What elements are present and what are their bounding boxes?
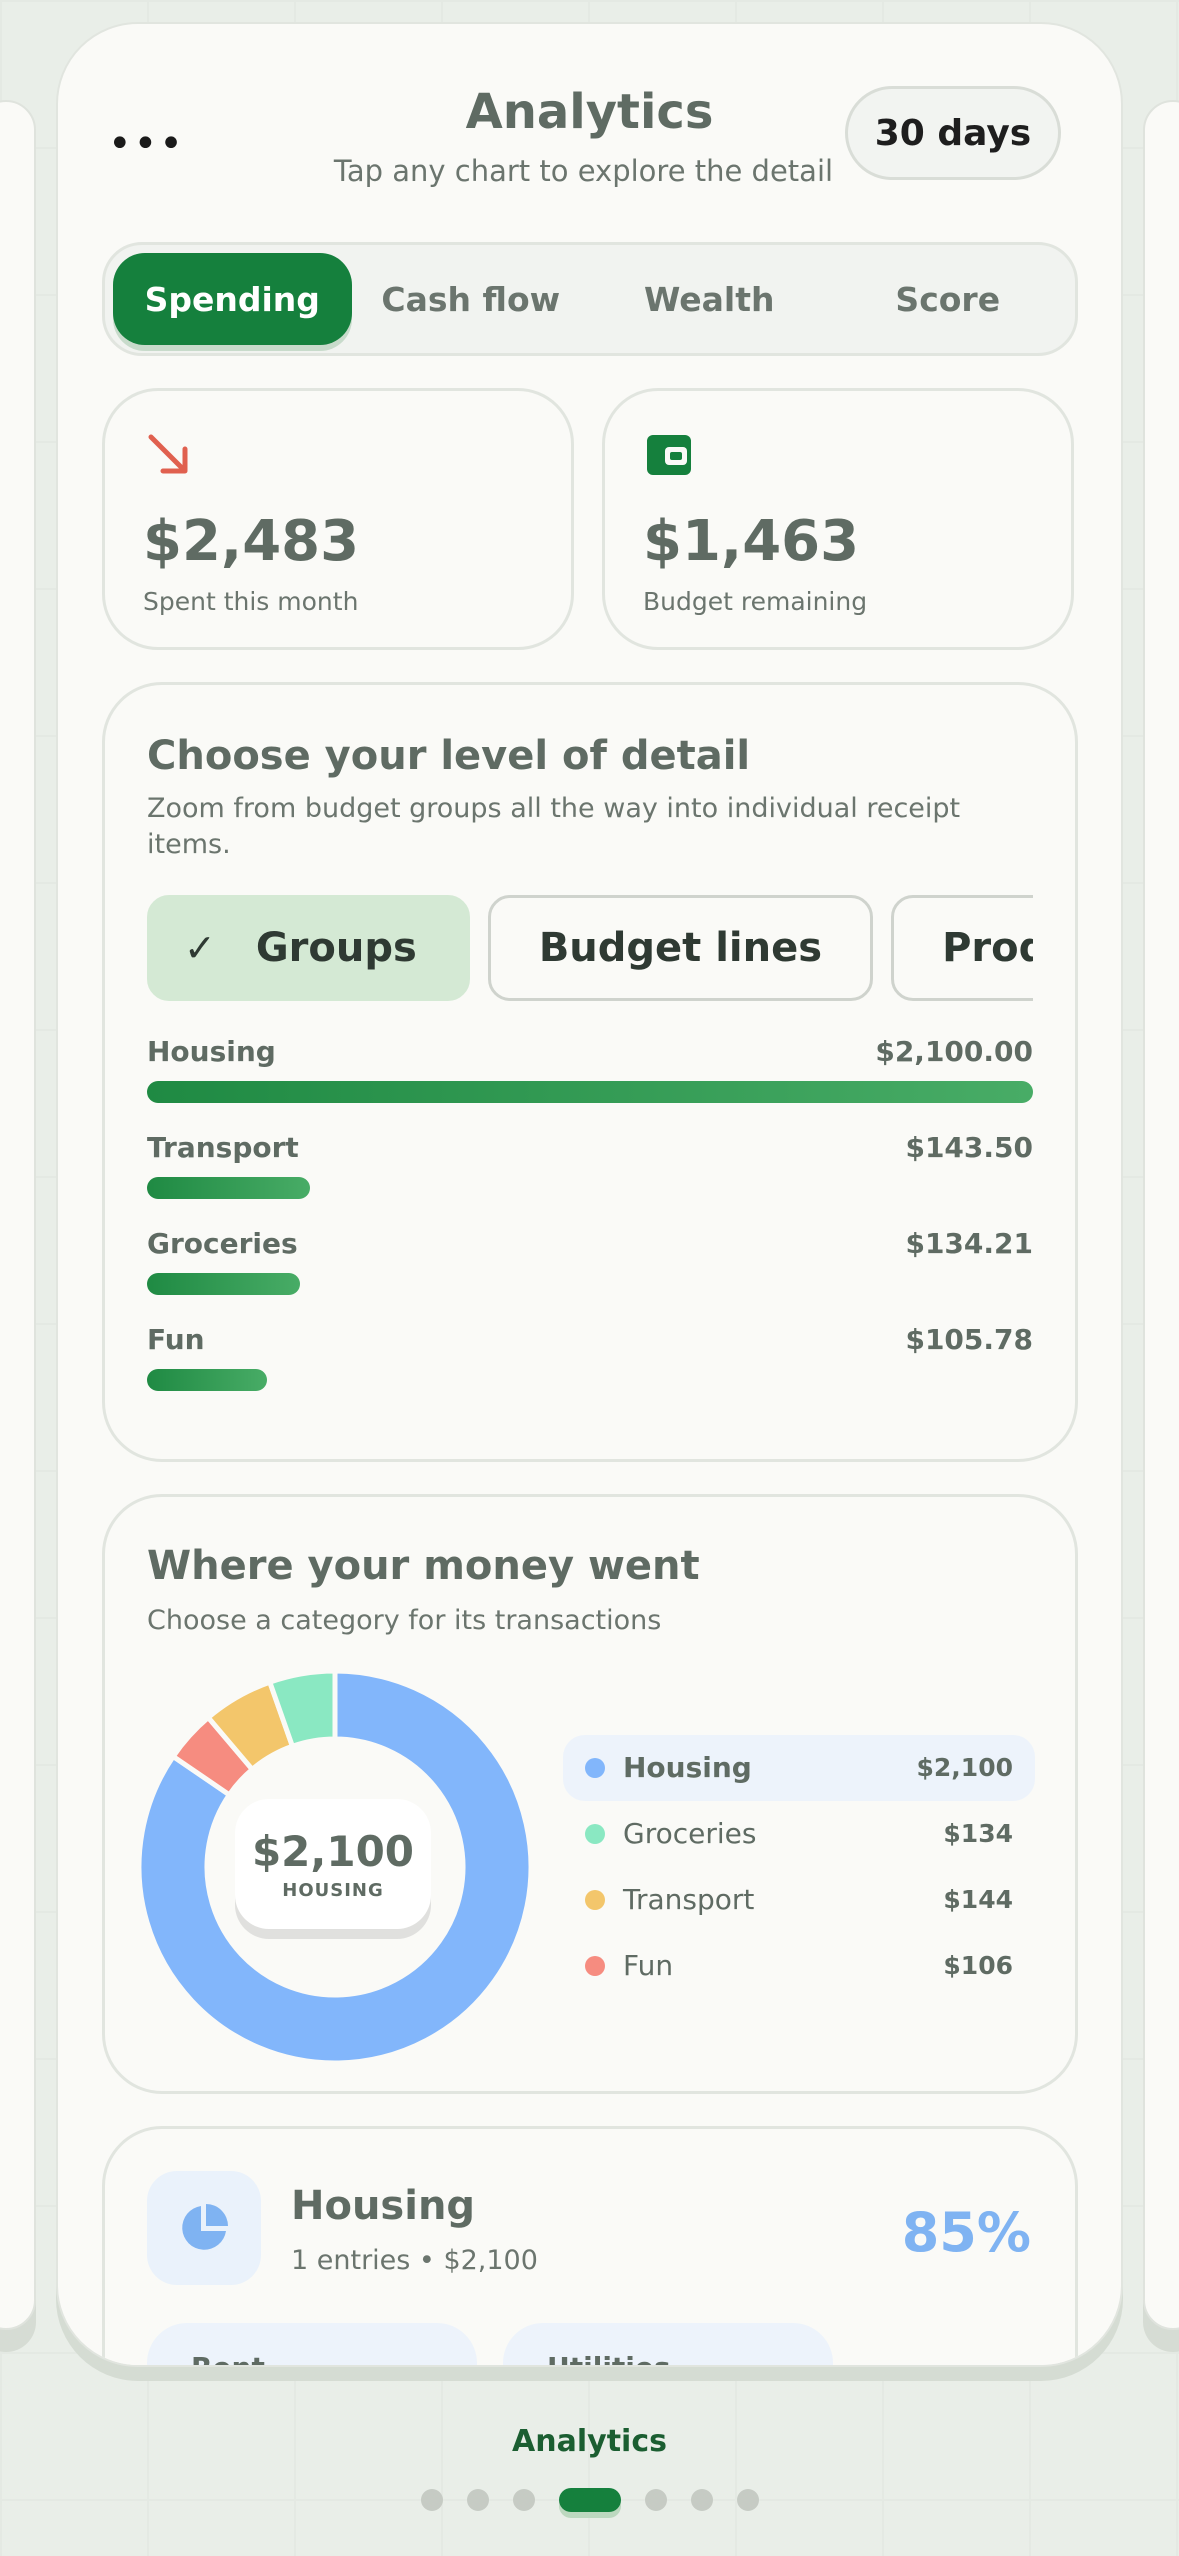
page-dot[interactable] — [558, 2488, 621, 2512]
legend-dot — [585, 1758, 605, 1778]
arrow-down-right-icon — [148, 434, 188, 474]
tab-score[interactable]: Score — [829, 253, 1068, 345]
page-dot[interactable] — [512, 2489, 535, 2511]
page-dot[interactable] — [466, 2489, 489, 2511]
wallet-icon — [647, 435, 691, 475]
period-selector-button[interactable]: 30 days — [845, 86, 1061, 180]
legend-amount: $134 — [943, 1819, 1013, 1848]
legend-item-transport[interactable]: Transport $144 — [563, 1867, 1035, 1933]
list-item[interactable]: Groceries $134.21 — [147, 1227, 1033, 1323]
page-dot[interactable] — [736, 2489, 759, 2511]
category-percent: 85% — [901, 2201, 1031, 2264]
chip-groups[interactable]: ✓ Groups — [147, 895, 470, 1001]
legend-amount: $106 — [943, 1951, 1013, 1980]
row-name: Groceries — [147, 1227, 298, 1260]
legend-dot — [585, 1890, 605, 1910]
chip-products[interactable]: Produc — [891, 895, 1033, 1001]
legend-dot — [585, 1956, 605, 1976]
row-amount: $105.78 — [905, 1323, 1033, 1356]
list-item[interactable]: Housing $2,100.00 — [147, 1035, 1033, 1131]
analytics-screen: ••• Analytics Tap any chart to explore t… — [56, 22, 1123, 2367]
detail-level-card: Choose your level of detail Zoom from bu… — [102, 682, 1078, 1462]
list-item[interactable]: Fun $105.78 — [147, 1323, 1033, 1419]
row-name: Housing — [147, 1035, 276, 1068]
chip-budget-lines[interactable]: Budget lines — [487, 895, 874, 1001]
legend-name: Housing — [623, 1751, 752, 1784]
row-name: Transport — [147, 1131, 299, 1164]
row-amount: $143.50 — [905, 1131, 1033, 1164]
page-dot[interactable] — [420, 2489, 443, 2511]
subcategory-utilities[interactable]: Utilities — [503, 2323, 833, 2365]
card-title: Where your money went — [147, 1543, 700, 1589]
subcategory-rent[interactable]: Rent — [147, 2323, 477, 2365]
donut-chart[interactable]: $2,100 HOUSING — [135, 1667, 535, 2067]
legend-dot — [585, 1824, 605, 1844]
row-bar — [147, 1273, 300, 1295]
row-name: Fun — [147, 1323, 205, 1356]
donut-center-label: HOUSING — [282, 1880, 384, 1901]
stat-label: Spent this month — [143, 587, 359, 616]
chip-label: Groups — [255, 925, 417, 971]
chip-label: Produc — [942, 925, 1033, 971]
list-item[interactable]: Transport $143.50 — [147, 1131, 1033, 1227]
category-title: Housing — [291, 2183, 476, 2229]
card-subtitle: Choose a category for its transactions — [147, 1605, 662, 1636]
legend-amount: $144 — [943, 1885, 1013, 1914]
detail-level-chips: ✓ Groups Budget lines Produc — [147, 895, 1033, 1005]
legend-item-fun[interactable]: Fun $106 — [563, 1933, 1035, 1999]
stat-card-budget[interactable]: $1,463 Budget remaining — [602, 388, 1074, 650]
legend-amount: $2,100 — [916, 1753, 1013, 1782]
legend-item-groceries[interactable]: Groceries $134 — [563, 1801, 1035, 1867]
donut-center-badge: $2,100 HOUSING — [235, 1799, 431, 1929]
tab-cash-flow[interactable]: Cash flow — [352, 253, 591, 345]
analytics-tabs: Spending Cash flow Wealth Score — [102, 242, 1078, 356]
money-breakdown-card: Where your money went Choose a category … — [102, 1494, 1078, 2094]
pie-chart-icon — [147, 2171, 261, 2285]
tab-wealth[interactable]: Wealth — [590, 253, 829, 345]
row-bar — [147, 1081, 1033, 1103]
donut-center-value: $2,100 — [251, 1827, 415, 1876]
card-subtitle: Zoom from budget groups all the way into… — [147, 793, 961, 860]
card-title: Choose your level of detail — [147, 733, 751, 779]
previous-page-card[interactable] — [0, 100, 36, 2330]
row-bar — [147, 1177, 311, 1199]
legend-item-housing[interactable]: Housing $2,100 — [563, 1735, 1035, 1801]
next-page-card[interactable] — [1143, 100, 1179, 2330]
category-detail-card[interactable]: Housing 1 entries • $2,100 85% Rent Util… — [102, 2126, 1078, 2365]
page-indicator-label: Analytics — [512, 2424, 667, 2459]
category-subtitle: 1 entries • $2,100 — [291, 2245, 538, 2276]
page-dot[interactable] — [644, 2489, 667, 2511]
legend-name: Fun — [623, 1949, 674, 1982]
stat-value: $2,483 — [143, 509, 360, 574]
tab-spending[interactable]: Spending — [113, 253, 352, 345]
stat-label: Budget remaining — [643, 587, 868, 616]
row-bar — [147, 1369, 268, 1391]
group-rows: Housing $2,100.00 Transport $143.50 Groc… — [147, 1035, 1033, 1419]
chip-label: Budget lines — [538, 925, 823, 971]
row-amount: $134.21 — [905, 1227, 1033, 1260]
checkmark-icon: ✓ — [184, 926, 216, 970]
row-amount: $2,100.00 — [875, 1035, 1033, 1068]
page-dot[interactable] — [690, 2489, 713, 2511]
stat-value: $1,463 — [643, 509, 860, 574]
page-indicator — [0, 2488, 1179, 2512]
stat-card-spent[interactable]: $2,483 Spent this month — [102, 388, 574, 650]
legend-name: Transport — [623, 1883, 755, 1916]
chart-legend: Housing $2,100 Groceries $134 Transport … — [563, 1735, 1035, 1999]
legend-name: Groceries — [623, 1817, 757, 1850]
